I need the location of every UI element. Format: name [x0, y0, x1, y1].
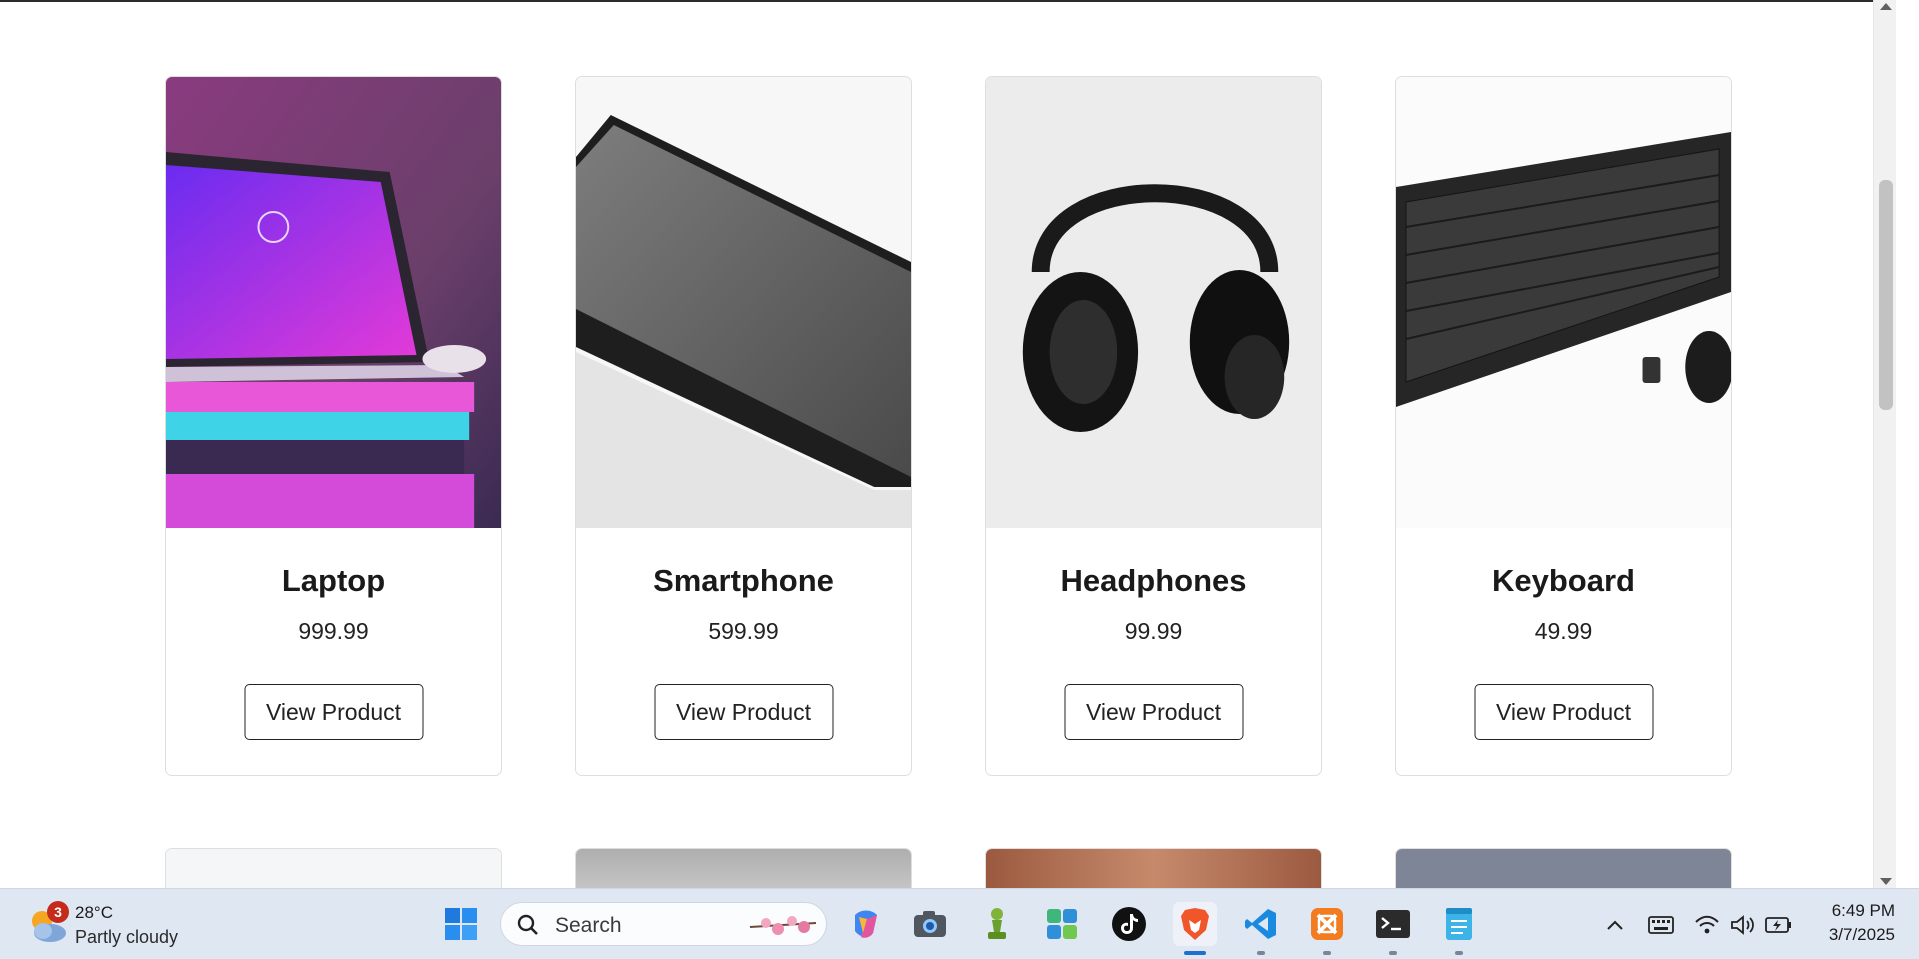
keyboard-layout-icon[interactable]	[1646, 903, 1676, 947]
product-card-headphones: Headphones 99.99 View Product	[985, 76, 1322, 776]
weather-widget[interactable]: 3 28°C Partly cloudy	[26, 901, 206, 949]
product-image	[1396, 849, 1731, 888]
product-card-row2-1	[165, 848, 502, 888]
tiktok-icon[interactable]	[1107, 902, 1151, 946]
product-card-row2-3	[985, 848, 1322, 888]
running-indicator	[1323, 951, 1331, 955]
product-title: Laptop	[281, 563, 386, 598]
camera-icon[interactable]	[908, 902, 952, 946]
running-indicator	[1184, 951, 1206, 955]
terminal-icon[interactable]	[1371, 902, 1415, 946]
running-indicator	[1455, 951, 1463, 955]
page-top-border	[0, 0, 1896, 2]
product-image	[166, 849, 501, 888]
headphones-image	[986, 77, 1321, 528]
volume-icon[interactable]	[1728, 903, 1758, 947]
weather-badge: 3	[47, 901, 69, 923]
product-price: 99.99	[1124, 618, 1183, 644]
scroll-up-arrow-icon[interactable]	[1880, 3, 1892, 10]
scrollbar-thumb[interactable]	[1879, 180, 1893, 410]
windows-taskbar: 3 28°C Partly cloudy Search 6:49 PM 3/7/…	[0, 888, 1919, 959]
weather-temperature: 28°C	[75, 903, 113, 922]
vscode-icon[interactable]	[1239, 902, 1283, 946]
product-card-keyboard: Keyboard 49.99 View Product	[1395, 76, 1732, 776]
vertical-scrollbar[interactable]	[1873, 0, 1896, 888]
windows-start-icon[interactable]	[439, 902, 483, 946]
product-card-row2-4	[1395, 848, 1732, 888]
product-title: Headphones	[1060, 563, 1247, 598]
brave-browser-icon[interactable]	[1173, 902, 1217, 946]
cherry-blossom-icon	[749, 916, 817, 935]
battery-icon[interactable]	[1764, 903, 1794, 947]
scroll-down-arrow-icon[interactable]	[1880, 878, 1892, 885]
running-indicator	[1257, 951, 1265, 955]
product-price: 599.99	[708, 618, 779, 644]
system-clock[interactable]: 6:49 PM 3/7/2025	[1829, 899, 1895, 947]
laptop-image	[166, 77, 501, 528]
search-label: Search	[555, 914, 622, 937]
xampp-icon[interactable]	[1305, 902, 1349, 946]
browser-page: Laptop 999.99 View Product Smartphone 59…	[0, 0, 1896, 888]
product-title: Smartphone	[653, 563, 834, 598]
keyboard-image	[1396, 77, 1731, 528]
copilot-icon[interactable]	[844, 902, 888, 946]
product-card-smartphone: Smartphone 599.99 View Product	[575, 76, 912, 776]
smartphone-image	[576, 77, 911, 528]
wifi-icon[interactable]	[1692, 903, 1722, 947]
taskbar-search-box[interactable]: Search	[500, 902, 827, 946]
view-product-button[interactable]: View Product	[244, 684, 423, 740]
product-title: Keyboard	[1492, 563, 1635, 598]
clock-time: 6:49 PM	[1831, 901, 1895, 920]
clock-date: 3/7/2025	[1828, 925, 1895, 944]
notepad-icon[interactable]	[1437, 902, 1481, 946]
view-product-button[interactable]: View Product	[1474, 684, 1653, 740]
view-product-button[interactable]: View Product	[654, 684, 833, 740]
product-card-row2-2	[575, 848, 912, 888]
widgets-app-icon[interactable]	[1040, 902, 1084, 946]
product-price: 999.99	[298, 618, 369, 644]
product-price: 49.99	[1534, 618, 1593, 644]
weather-condition: Partly cloudy	[75, 927, 179, 947]
chess-icon[interactable]	[975, 902, 1019, 946]
search-icon	[517, 914, 538, 935]
product-image	[986, 849, 1321, 888]
product-image	[576, 849, 911, 888]
product-card-laptop: Laptop 999.99 View Product	[165, 76, 502, 776]
show-hidden-icons-chevron-icon[interactable]	[1600, 903, 1630, 947]
view-product-button[interactable]: View Product	[1064, 684, 1243, 740]
running-indicator	[1389, 951, 1397, 955]
